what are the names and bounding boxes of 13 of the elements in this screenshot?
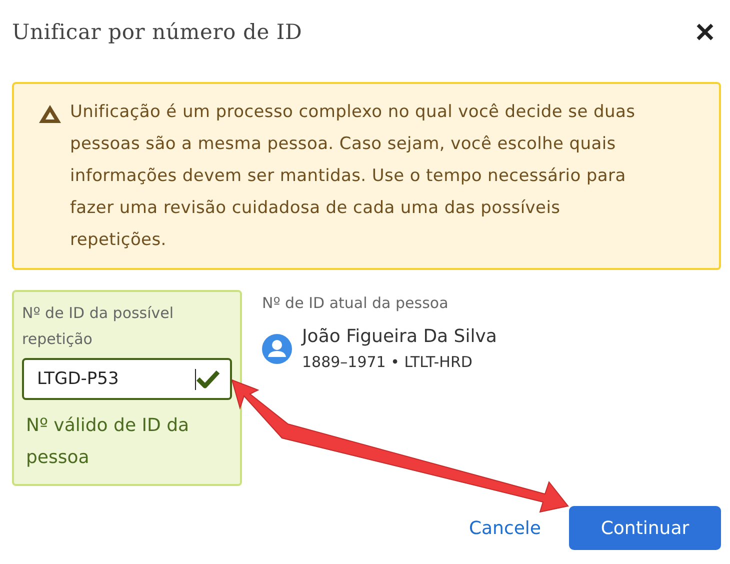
cancel-link[interactable]: Cancele	[468, 518, 541, 538]
close-icon[interactable]	[696, 23, 714, 41]
warning-icon	[38, 104, 62, 124]
current-id-label: Nº de ID atual da pessoa	[262, 293, 450, 314]
warning-text: Unificação é um processo complexo no qual você decide se duas pessoas são a mesma pessoa. Caso sejam, você escolhe quais informações devem ser mantidas. Use o tempo necessário para fazer uma revisão cuidadosa de cada uma das possíveis repetições.	[70, 101, 636, 252]
field-label: Nº de ID da possível repetição	[22, 303, 175, 350]
dialog-title: Unificar por número de ID	[12, 20, 302, 44]
validation-message: Nº válido de ID da pessoa	[25, 414, 190, 470]
person-name[interactable]: João Figueira Da Silva	[302, 324, 497, 350]
person-details: 1889–1971 • LTLT-HRD	[302, 352, 474, 373]
person-avatar-icon	[262, 334, 292, 364]
id-input-field[interactable]: LTGD-P53	[22, 358, 232, 400]
continue-button[interactable]: Continuar	[569, 506, 721, 550]
